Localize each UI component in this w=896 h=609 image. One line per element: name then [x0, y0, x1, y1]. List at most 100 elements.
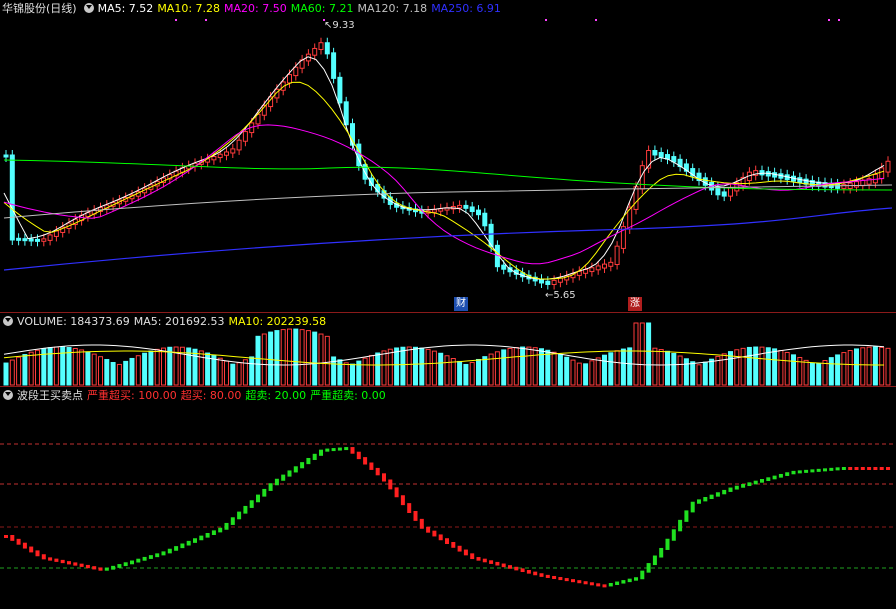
- indicator-bar: [413, 511, 418, 521]
- indicator-bar: [363, 457, 368, 465]
- ma5-label: MA5: 7.52: [97, 1, 154, 15]
- indicator-bar: [432, 530, 437, 537]
- volume-bar: [507, 347, 513, 386]
- indicator-bar: [136, 558, 141, 563]
- dropdown-icon[interactable]: [3, 316, 13, 326]
- indicator-bar: [634, 577, 638, 581]
- indicator-bar: [571, 579, 575, 583]
- volume-bar: [557, 354, 563, 386]
- limit-up-tag[interactable]: 涨: [628, 297, 642, 311]
- volume-bar: [841, 352, 847, 386]
- indicator-bar: [230, 517, 235, 525]
- volume-bar: [3, 362, 9, 386]
- volume-bar: [350, 363, 355, 386]
- candle: [595, 265, 601, 271]
- indicator-bar: [29, 546, 34, 553]
- indicator-bar: [608, 582, 613, 587]
- finance-tag[interactable]: 财: [454, 297, 468, 311]
- candle: [614, 245, 620, 266]
- volume-bar: [72, 347, 78, 386]
- volume-bar: [620, 348, 626, 386]
- volume-bar: [381, 350, 387, 386]
- candle: [41, 238, 47, 242]
- volume-bar: [337, 359, 343, 386]
- volume-bar: [47, 347, 53, 386]
- indicator-bar: [533, 571, 538, 576]
- volume-bar: [709, 358, 715, 386]
- volume-bar: [230, 363, 236, 386]
- volume-bar: [583, 363, 589, 386]
- volume-panel[interactable]: VOLUME: 184373.69 MA5: 201692.53 MA10: 2…: [0, 313, 896, 387]
- indicator-bar: [426, 526, 431, 533]
- volume-bar: [753, 346, 759, 386]
- indicator-header: 波段王买卖点 严重超买: 100.00 超买: 80.00 超卖: 20.00 …: [0, 387, 390, 403]
- indicator-bar: [810, 469, 815, 473]
- candle: [854, 181, 859, 188]
- volume-bar: [702, 361, 708, 386]
- volume-bar: [104, 359, 110, 386]
- volume-bar: [148, 350, 154, 386]
- indicator-bar: [85, 564, 90, 569]
- volume-bar: [696, 364, 702, 386]
- volume-bar: [299, 329, 305, 386]
- indicator-bar: [388, 479, 393, 490]
- volume-bar: [154, 348, 160, 386]
- candle: [287, 74, 292, 84]
- ma10-label: MA10: 7.28: [157, 1, 221, 15]
- volume-bar: [476, 358, 481, 386]
- indicator-bar: [274, 478, 279, 486]
- indicator-bar: [860, 467, 865, 470]
- indicator-chart[interactable]: [0, 387, 896, 609]
- low-price-label: ←5.65: [545, 290, 576, 301]
- volume-ma5-label: MA5: 201692.53: [133, 314, 225, 328]
- volume-bar: [866, 346, 872, 386]
- indicator-bar: [873, 467, 878, 470]
- volume-bar: [652, 347, 658, 386]
- indicator-panel[interactable]: 波段王买卖点 严重超买: 100.00 超买: 80.00 超卖: 20.00 …: [0, 387, 896, 609]
- indicator-bar: [797, 470, 802, 474]
- indicator-bar: [589, 582, 594, 586]
- volume-bar: [772, 348, 778, 386]
- volume-bar: [683, 358, 689, 386]
- ma20-label: MA20: 7.50: [224, 1, 287, 15]
- indicator-bar: [199, 535, 204, 541]
- volume-bar: [198, 350, 204, 386]
- indicator-bar: [463, 549, 468, 556]
- indicator-bar: [331, 448, 336, 452]
- price-chart[interactable]: [0, 0, 896, 312]
- indicator-bar: [407, 503, 412, 513]
- indicator-bar: [577, 580, 582, 584]
- indicator-bar: [16, 538, 21, 545]
- volume-bar: [116, 363, 122, 386]
- volume-bar: [406, 346, 412, 386]
- volume-bar: [192, 348, 198, 386]
- indicator-bar: [508, 565, 512, 569]
- indicator-bar: [394, 487, 399, 498]
- signal-marker: [828, 19, 830, 21]
- indicator-bar: [715, 492, 720, 497]
- volume-bar: [79, 349, 85, 386]
- volume-bar: [457, 360, 463, 386]
- volume-bar: [532, 347, 538, 386]
- indicator-bar: [778, 473, 783, 478]
- dropdown-icon[interactable]: [83, 3, 94, 13]
- oversold-label: 超卖: 20.00: [245, 389, 307, 402]
- indicator-bar: [293, 466, 298, 473]
- volume-bar: [482, 356, 488, 386]
- indicator-bar: [142, 556, 147, 561]
- candle: [715, 186, 721, 196]
- indicator-bar: [312, 453, 317, 460]
- indicator-bar: [111, 565, 116, 570]
- volume-bar: [469, 361, 475, 386]
- indicator-bar: [79, 563, 84, 567]
- indicator-bar: [728, 487, 733, 492]
- indicator-bar: [375, 467, 380, 476]
- signal-marker: [838, 19, 840, 21]
- indicator-bar: [249, 500, 254, 508]
- indicator-bar: [268, 483, 273, 491]
- dropdown-icon[interactable]: [3, 390, 13, 400]
- indicator-bar: [243, 505, 248, 514]
- volume-bar: [551, 351, 557, 386]
- price-panel[interactable]: 华锦股份(日线) MA5: 7.52 MA10: 7.28 MA20: 7.50…: [0, 0, 896, 312]
- volume-bar: [375, 352, 381, 386]
